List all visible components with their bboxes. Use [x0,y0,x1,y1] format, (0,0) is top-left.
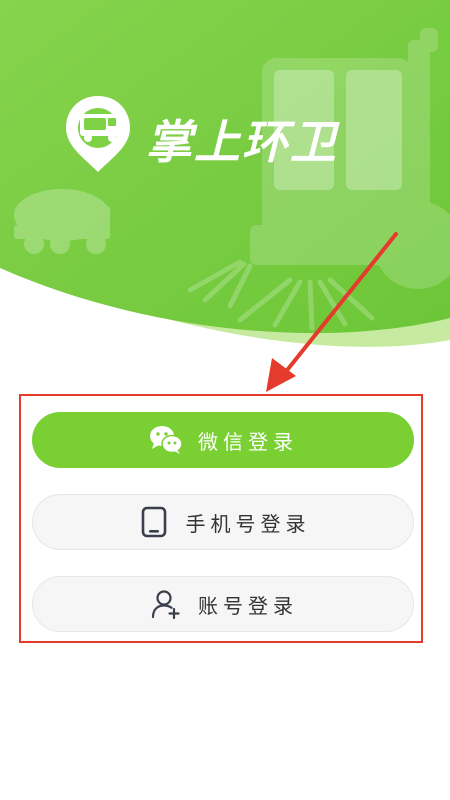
hero-banner: 掌上环卫 [0,0,450,360]
phone-icon [136,504,172,540]
wechat-icon [148,422,184,458]
add-user-icon [148,586,184,622]
phone-login-button[interactable]: 手机号登录 [32,494,414,550]
wechat-login-label: 微信登录 [198,429,298,454]
app-logo: 掌上环卫 [62,92,392,182]
phone-login-label: 手机号登录 [185,511,311,536]
account-login-button[interactable]: 账号登录 [32,576,414,632]
app-title: 掌上环卫 [146,115,338,169]
account-login-label: 账号登录 [198,593,298,618]
location-pin-truck-icon [66,96,130,172]
wechat-login-button[interactable]: 微信登录 [32,412,414,468]
